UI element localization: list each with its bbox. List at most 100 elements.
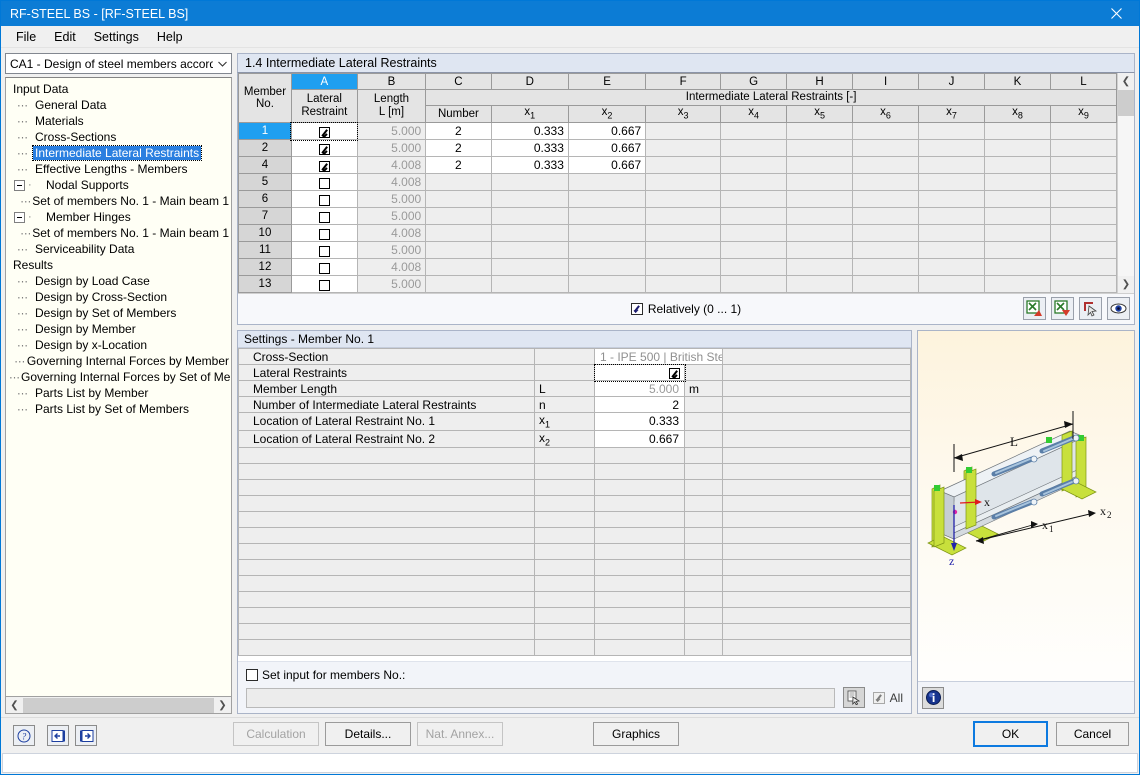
table-row[interactable]: 12 4.008 <box>238 258 1118 277</box>
sidebar-item-intermediate-lateral-restraints[interactable]: ⋯ Intermediate Lateral Restraints <box>9 145 231 161</box>
restraint-x3-cell[interactable] <box>645 275 722 294</box>
restraint-x9-cell[interactable] <box>1049 207 1118 226</box>
restraint-x3-cell[interactable] <box>645 122 722 141</box>
restraint-x6-cell[interactable] <box>852 275 920 294</box>
table-column-header-I[interactable]: I <box>852 73 920 90</box>
restraint-x7-cell[interactable] <box>918 258 985 277</box>
lateral-restraint-checkbox[interactable] <box>318 245 330 257</box>
view-mode-icon[interactable] <box>1107 297 1130 321</box>
members-input[interactable] <box>246 687 835 708</box>
table-column-header-K[interactable]: K <box>984 73 1051 90</box>
restraint-number-cell[interactable]: 2 <box>425 139 492 158</box>
restraint-x1-cell[interactable] <box>490 258 569 277</box>
restraint-x5-cell[interactable] <box>786 190 854 209</box>
restraint-x7-cell[interactable] <box>918 156 985 175</box>
scroll-left-icon[interactable]: ❮ <box>6 698 23 713</box>
sidebar-item-design-by-load-case[interactable]: ⋯ Design by Load Case <box>9 273 231 289</box>
lateral-restraint-checkbox[interactable] <box>318 262 330 274</box>
settings-row-value[interactable]: 0.333 <box>594 412 685 431</box>
restraint-x5-cell[interactable] <box>786 122 854 141</box>
table-row-header[interactable]: 4 <box>238 156 292 175</box>
lateral-restraint-checkbox[interactable] <box>318 143 330 155</box>
help-icon[interactable]: ? <box>13 725 35 746</box>
table-column-header-H[interactable]: H <box>786 73 854 90</box>
settings-grid[interactable]: Cross-Section 1 - IPE 500 | British Steel… <box>238 348 911 657</box>
sidebar-item-nodal-supports[interactable]: · Nodal Supports <box>9 177 231 193</box>
hscroll-thumb[interactable] <box>23 697 214 713</box>
restraint-x4-cell[interactable] <box>720 122 788 141</box>
table-column-header-D[interactable]: D <box>490 73 569 90</box>
restraint-x2-cell[interactable]: 0.667 <box>567 122 647 141</box>
sidebar-item-results[interactable]: Results <box>9 257 231 273</box>
set-input-checkbox-box[interactable] <box>246 669 258 681</box>
lateral-restraint-checkbox-cell[interactable] <box>290 121 359 141</box>
restraint-x6-cell[interactable] <box>852 122 920 141</box>
restraint-x1-cell[interactable] <box>490 241 569 260</box>
restraint-x2-cell[interactable]: 0.667 <box>567 156 647 175</box>
table-row[interactable]: 13 5.000 <box>238 275 1118 294</box>
settings-row-value[interactable]: 5.000 <box>594 380 685 398</box>
restraint-x1-cell[interactable]: 0.333 <box>490 156 569 175</box>
design-case-combobox[interactable]: CA1 - Design of steel members according … <box>5 53 232 74</box>
restraint-x4-cell[interactable] <box>720 258 788 277</box>
restraint-x5-cell[interactable] <box>786 258 854 277</box>
cancel-button[interactable]: Cancel <box>1056 722 1129 746</box>
sidebar-item-governing-internal-forces-by-set-of-memb[interactable]: ⋯ Governing Internal Forces by Set of Mem… <box>9 369 231 385</box>
restraint-x4-cell[interactable] <box>720 173 788 192</box>
restraint-x5-cell[interactable] <box>786 139 854 158</box>
restraint-number-cell[interactable]: 2 <box>425 122 492 141</box>
table-row-header[interactable]: 6 <box>238 190 292 209</box>
restraint-x2-cell[interactable] <box>567 275 647 294</box>
export-to-excel-icon[interactable] <box>1051 297 1074 321</box>
restraint-x6-cell[interactable] <box>852 207 920 226</box>
lateral-restraint-checkbox-cell[interactable] <box>290 139 358 158</box>
restraint-x6-cell[interactable] <box>852 173 920 192</box>
menu-item-file[interactable]: File <box>7 27 45 47</box>
graphics-button[interactable]: Graphics <box>593 722 679 746</box>
tree-expander-icon[interactable] <box>14 179 25 191</box>
scroll-right-icon[interactable]: ❯ <box>214 698 231 713</box>
restraint-x6-cell[interactable] <box>852 139 920 158</box>
restraint-x1-cell[interactable]: 0.333 <box>490 122 569 141</box>
restraint-x1-cell[interactable]: 0.333 <box>490 139 569 158</box>
restraint-x6-cell[interactable] <box>852 241 920 260</box>
member-length-cell[interactable]: 4.008 <box>356 258 427 277</box>
restraint-x3-cell[interactable] <box>645 139 722 158</box>
restraint-x1-cell[interactable] <box>490 173 569 192</box>
restraint-x4-cell[interactable] <box>720 190 788 209</box>
close-icon[interactable] <box>1093 1 1139 26</box>
table-row[interactable]: 2 5.000 2 0.333 0.667 <box>238 139 1118 158</box>
restraint-x5-cell[interactable] <box>786 207 854 226</box>
sidebar-item-general-data[interactable]: ⋯ General Data <box>9 97 231 113</box>
restraint-x7-cell[interactable] <box>918 190 985 209</box>
restraint-x8-cell[interactable] <box>984 224 1051 243</box>
navigation-tree[interactable]: Input Data ⋯ General Data ⋯ Materials ⋯ Cross-… <box>5 77 232 697</box>
restraint-x4-cell[interactable] <box>720 139 788 158</box>
restraint-x7-cell[interactable] <box>918 207 985 226</box>
member-length-cell[interactable]: 5.000 <box>356 241 427 260</box>
table-row-header[interactable]: 5 <box>238 173 292 192</box>
restraint-x9-cell[interactable] <box>1049 156 1118 175</box>
table-row[interactable]: 1 5.000 2 0.333 0.667 <box>238 121 1118 141</box>
restraint-x9-cell[interactable] <box>1049 258 1118 277</box>
sidebar-item-design-by-x-location[interactable]: ⋯ Design by x-Location <box>9 337 231 353</box>
restraint-x9-cell[interactable] <box>1049 190 1118 209</box>
restraint-x2-cell[interactable] <box>567 258 647 277</box>
restraint-x1-cell[interactable] <box>490 275 569 294</box>
sidebar-item-design-by-cross-section[interactable]: ⋯ Design by Cross-Section <box>9 289 231 305</box>
restraint-x8-cell[interactable] <box>984 241 1051 260</box>
table-column-header-F[interactable]: F <box>645 73 722 90</box>
import-from-excel-icon[interactable] <box>1023 297 1046 321</box>
menu-item-edit[interactable]: Edit <box>45 27 85 47</box>
restraint-x9-cell[interactable] <box>1049 224 1118 243</box>
restraint-x4-cell[interactable] <box>720 207 788 226</box>
restraint-x4-cell[interactable] <box>720 224 788 243</box>
restraint-x9-cell[interactable] <box>1049 173 1118 192</box>
restraint-x8-cell[interactable] <box>984 156 1051 175</box>
lateral-restraint-checkbox[interactable] <box>318 126 330 138</box>
restraint-x3-cell[interactable] <box>645 156 722 175</box>
pick-members-icon[interactable] <box>842 687 865 708</box>
lateral-restraint-checkbox-cell[interactable] <box>290 275 358 294</box>
sidebar-item-parts-list-by-set-of-members[interactable]: ⋯ Parts List by Set of Members <box>9 401 231 417</box>
restraint-x9-cell[interactable] <box>1049 122 1118 141</box>
